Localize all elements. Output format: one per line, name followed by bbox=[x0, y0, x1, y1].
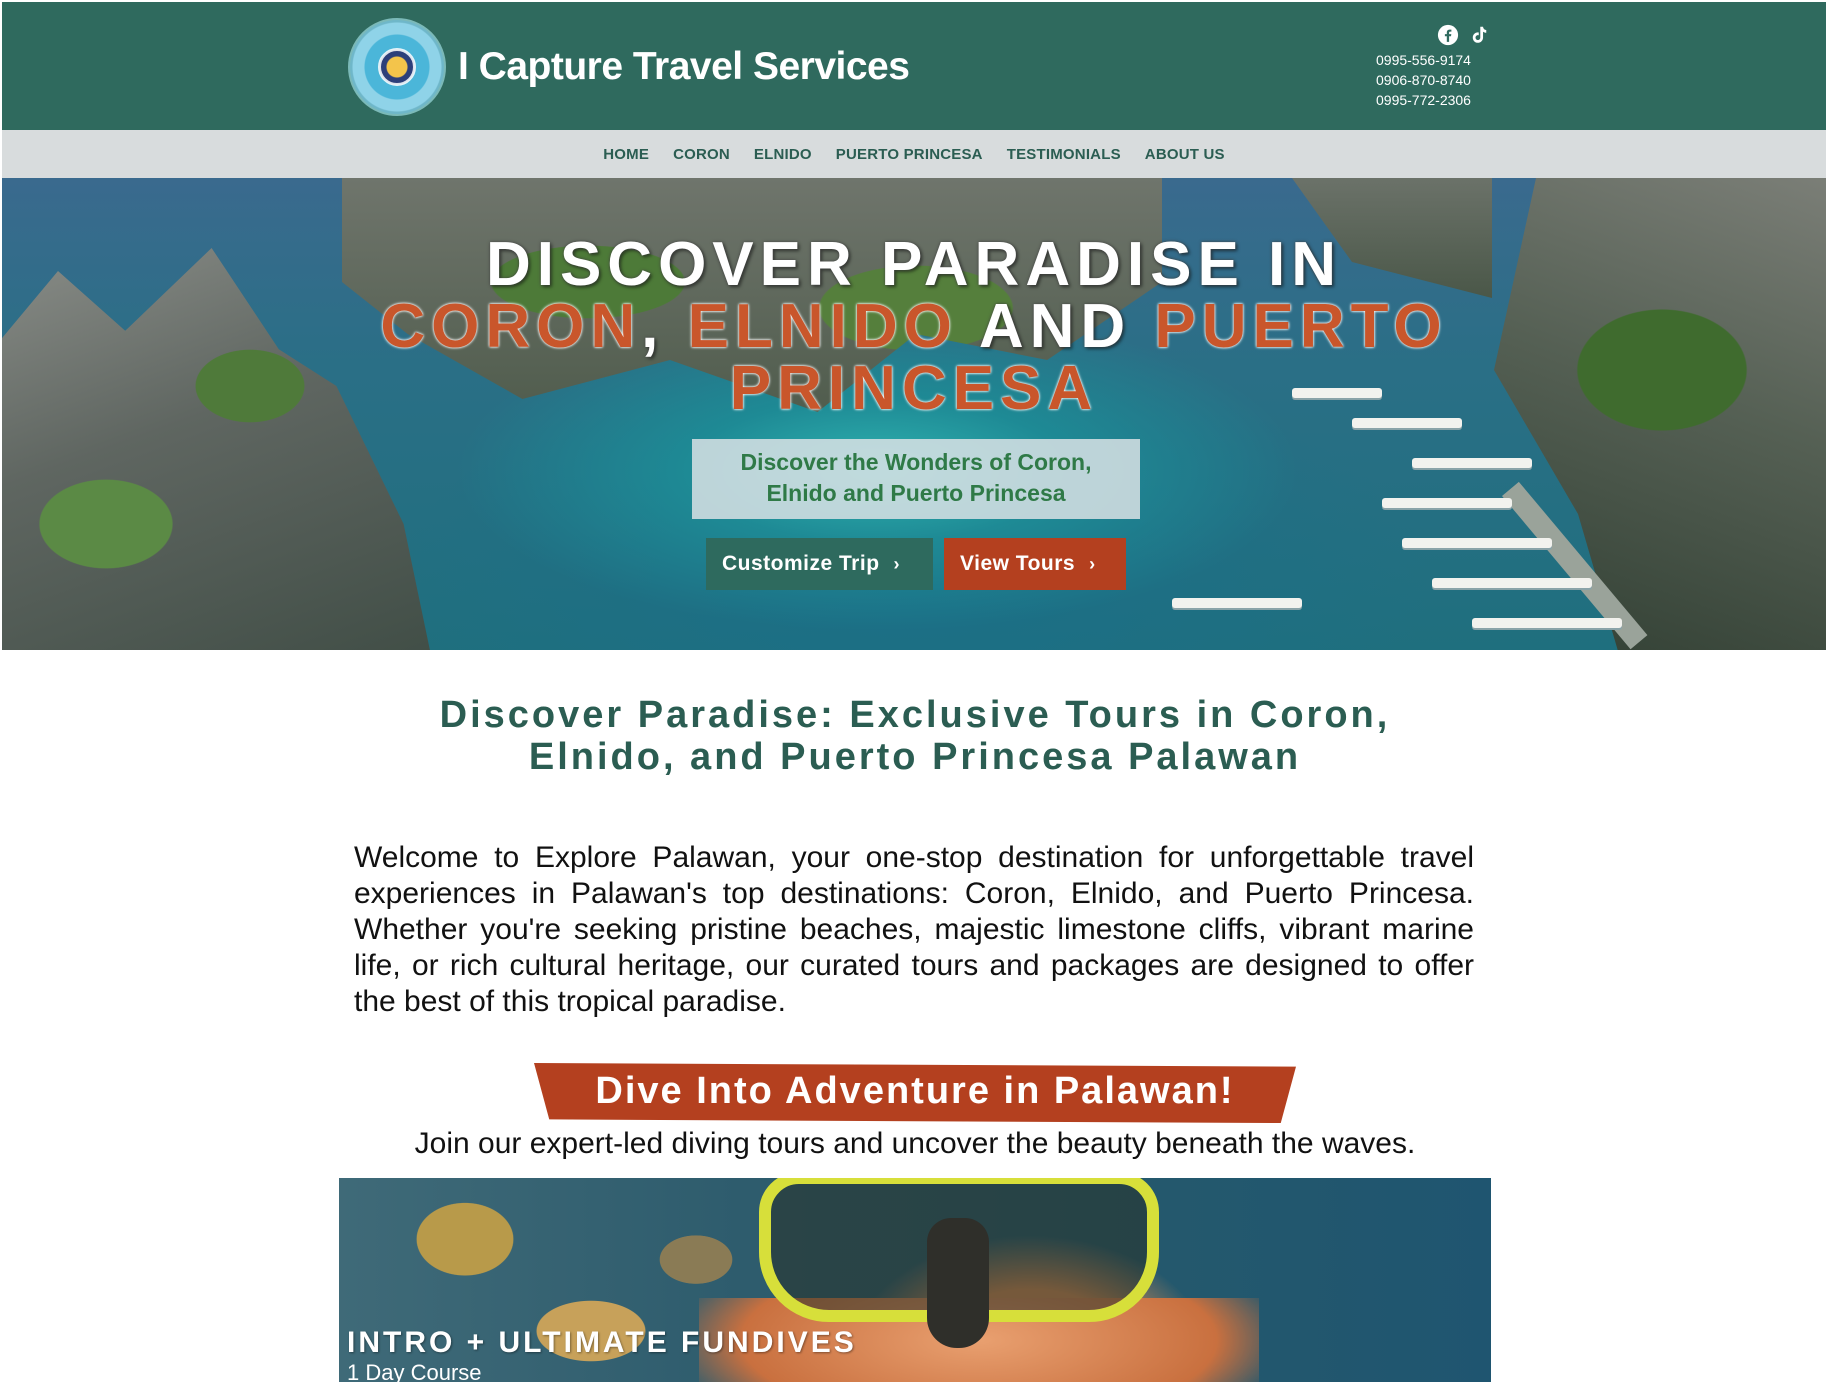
hero-subtitle: Discover the Wonders of Coron, Elnido an… bbox=[692, 439, 1140, 519]
chevron-right-icon: › bbox=[893, 554, 901, 574]
hero-title-and: AND bbox=[978, 292, 1132, 361]
hero-subtitle-line1: Discover the Wonders of Coron, bbox=[740, 449, 1092, 475]
customize-trip-button[interactable]: Customize Trip › bbox=[706, 538, 933, 590]
nav-item-elnido[interactable]: ELNIDO bbox=[754, 146, 812, 163]
hero-title-coron: CORON bbox=[380, 292, 642, 361]
site-title[interactable]: I Capture Travel Services bbox=[458, 42, 910, 92]
dive-card-mask-nose bbox=[927, 1218, 989, 1348]
nav-item-home[interactable]: HOME bbox=[603, 146, 649, 163]
dive-card-subtitle: 1 Day Course bbox=[347, 1360, 482, 1382]
site-header: I Capture Travel Services 0995-556-9174 … bbox=[2, 2, 1826, 130]
site-logo[interactable] bbox=[348, 18, 446, 116]
main-nav: HOME CORON ELNIDO PUERTO PRINCESA TESTIM… bbox=[2, 130, 1826, 178]
hero-title: DISCOVER PARADISE IN CORON, ELNIDO AND P… bbox=[2, 234, 1826, 420]
tiktok-icon[interactable] bbox=[1467, 24, 1489, 46]
hero-title-puerto: PUERTO bbox=[1154, 292, 1448, 361]
customize-trip-label: Customize Trip bbox=[722, 552, 880, 575]
hero-title-princesa: PRINCESA bbox=[729, 354, 1099, 423]
phone-number[interactable]: 0995-556-9174 bbox=[1376, 50, 1516, 70]
intro-heading-line1: Discover Paradise: Exclusive Tours in Co… bbox=[439, 694, 1391, 736]
social-links bbox=[1437, 24, 1489, 48]
nav-item-coron[interactable]: CORON bbox=[673, 146, 730, 163]
hero-title-comma: , bbox=[641, 292, 665, 361]
view-tours-button[interactable]: View Tours › bbox=[944, 538, 1126, 590]
intro-paragraph: Welcome to Explore Palawan, your one-sto… bbox=[354, 841, 1474, 1018]
facebook-icon[interactable] bbox=[1437, 24, 1459, 46]
phone-numbers: 0995-556-9174 0906-870-8740 0995-772-230… bbox=[1376, 50, 1516, 110]
hero-title-line1: DISCOVER PARADISE IN bbox=[485, 230, 1343, 299]
intro-heading: Discover Paradise: Exclusive Tours in Co… bbox=[0, 694, 1830, 778]
chevron-right-icon: › bbox=[1089, 554, 1096, 574]
intro-heading-line2: Elnido, and Puerto Princesa Palawan bbox=[528, 736, 1302, 778]
hero-title-elnido: ELNIDO bbox=[687, 292, 958, 361]
logo-emblem bbox=[378, 48, 416, 86]
hero-banner: DISCOVER PARADISE IN CORON, ELNIDO AND P… bbox=[2, 178, 1826, 650]
dive-banner-heading: Dive Into Adventure in Palawan! bbox=[595, 1070, 1235, 1112]
nav-item-testimonials[interactable]: TESTIMONIALS bbox=[1007, 146, 1121, 163]
dive-card-title: INTRO + ULTIMATE FUNDIVES bbox=[347, 1326, 857, 1359]
view-tours-label: View Tours bbox=[960, 552, 1076, 575]
phone-number[interactable]: 0995-772-2306 bbox=[1376, 90, 1516, 110]
hero-title-line2: CORON, ELNIDO AND PUERTO bbox=[2, 296, 1826, 358]
nav-item-about-us[interactable]: ABOUT US bbox=[1145, 146, 1225, 163]
nav-item-puerto-princesa[interactable]: PUERTO PRINCESA bbox=[836, 146, 983, 163]
hero-subtitle-line2: Elnido and Puerto Princesa bbox=[766, 480, 1066, 506]
dive-subtitle: Join our expert-led diving tours and unc… bbox=[414, 1127, 1416, 1160]
phone-number[interactable]: 0906-870-8740 bbox=[1376, 70, 1516, 90]
dive-course-card[interactable]: INTRO + ULTIMATE FUNDIVES 1 Day Course bbox=[339, 1178, 1491, 1382]
